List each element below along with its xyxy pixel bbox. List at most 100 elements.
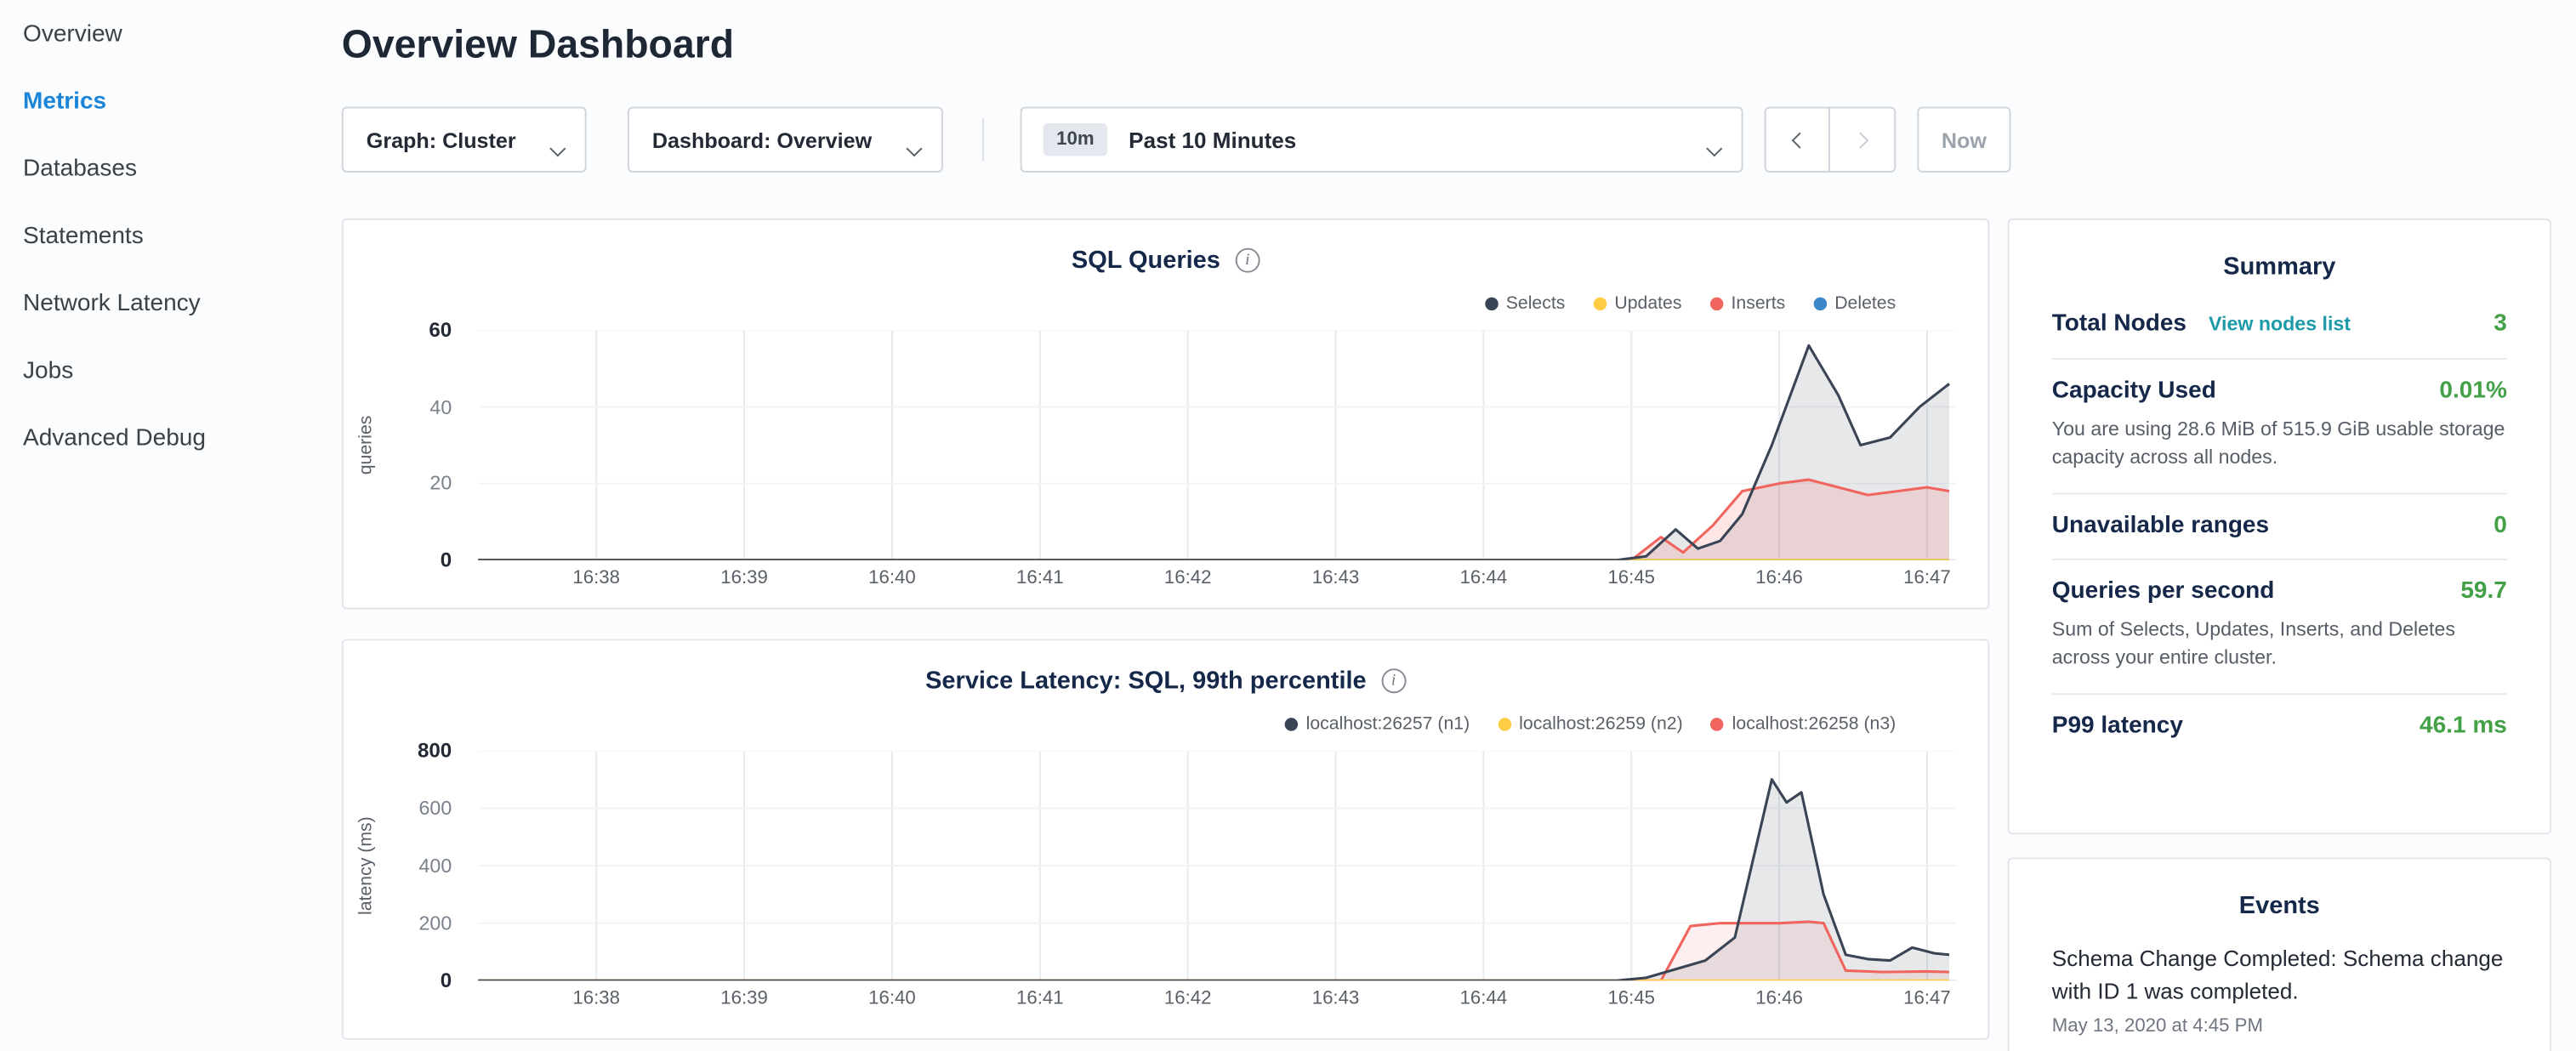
legend-dot-icon xyxy=(1593,298,1606,310)
chart-title: SQL Queries xyxy=(1072,247,1220,275)
graph-scope-dropdown[interactable]: Graph: Cluster xyxy=(342,107,587,173)
y-axis-tick: 0 xyxy=(386,547,452,573)
y-axis-label: queries xyxy=(356,330,383,560)
chart-panel-service-latency: Service Latency: SQL, 99th percentile i … xyxy=(342,639,1990,1039)
time-prev-button[interactable] xyxy=(1765,107,1830,173)
event-timestamp: May 13, 2020 at 4:45 PM xyxy=(2052,1017,2507,1037)
stat-label: Total Nodes xyxy=(2052,310,2186,337)
info-icon[interactable]: i xyxy=(1235,248,1260,273)
stat-description: Sum of Selects, Updates, Inserts, and De… xyxy=(2052,616,2507,673)
time-range-dropdown[interactable]: 10m Past 10 Minutes xyxy=(1021,107,1743,173)
events-title: Events xyxy=(2010,859,2550,929)
legend-item: Inserts xyxy=(1709,294,1785,314)
legend-dot-icon xyxy=(1285,718,1298,730)
legend-label: localhost:26259 (n2) xyxy=(1519,714,1683,734)
graph-scope-label: Graph: Cluster xyxy=(367,128,516,152)
stat-value: 3 xyxy=(2494,310,2507,337)
legend-dot-icon xyxy=(1709,298,1722,310)
event-text: Schema Change Completed: Schema change w… xyxy=(2052,943,2507,1008)
chart-legend: localhost:26257 (n1) localhost:26259 (n2)… xyxy=(1285,714,1896,734)
y-axis-tick: 600 xyxy=(386,795,452,821)
events-panel: Events Schema Change Completed: Schema c… xyxy=(2008,857,2551,1051)
legend-item: localhost:26259 (n2) xyxy=(1498,714,1683,734)
view-nodes-list-link[interactable]: View nodes list xyxy=(2209,312,2351,335)
summary-title: Summary xyxy=(2010,220,2550,291)
legend-label: Inserts xyxy=(1731,294,1785,314)
y-axis-tick: 800 xyxy=(386,737,452,764)
sidebar-nav: OverviewMetricsDatabasesStatementsNetwor… xyxy=(0,0,312,473)
y-axis-tick: 200 xyxy=(386,910,452,936)
toolbar-divider xyxy=(982,118,984,161)
x-axis-tick: 16:41 xyxy=(1016,568,1064,588)
x-axis-tick: 16:46 xyxy=(1755,568,1803,588)
x-axis-tick: 16:43 xyxy=(1312,568,1360,588)
x-axis-tick: 16:47 xyxy=(1903,568,1951,588)
chart-legend: Selects Updates Inserts Deletes xyxy=(1485,294,1896,314)
legend-item: Selects xyxy=(1485,294,1566,314)
legend-item: localhost:26258 (n3) xyxy=(1711,714,1896,734)
sidebar-item-overview[interactable]: Overview xyxy=(0,2,312,69)
time-next-button[interactable] xyxy=(1828,107,1896,173)
time-now-button[interactable]: Now xyxy=(1917,107,2010,173)
chart-title: Service Latency: SQL, 99th percentile xyxy=(925,667,1367,695)
x-axis-tick: 16:42 xyxy=(1164,989,1212,1008)
chevron-down-icon xyxy=(1706,140,1722,156)
time-range-label: Past 10 Minutes xyxy=(1129,128,1296,152)
sidebar-item-network-latency[interactable]: Network Latency xyxy=(0,271,312,338)
y-axis-tick: 20 xyxy=(386,470,452,497)
dashboard-label: Dashboard: Overview xyxy=(652,128,872,152)
summary-stat-queries-per-second: Queries per second 59.7 Sum of Selects, … xyxy=(2052,560,2507,694)
legend-dot-icon xyxy=(1485,298,1498,310)
page-title: Overview Dashboard xyxy=(342,23,734,69)
y-axis-tick: 60 xyxy=(386,317,452,344)
x-axis-tick: 16:41 xyxy=(1016,989,1064,1008)
x-axis-tick: 16:44 xyxy=(1460,568,1508,588)
chart-panel-sql-queries: SQL Queries i Selects Updates Inserts Delet… xyxy=(342,219,1990,610)
legend-label: Deletes xyxy=(1834,294,1896,314)
x-axis-tick: 16:46 xyxy=(1755,989,1803,1008)
chevron-right-icon xyxy=(1851,132,1868,148)
sidebar-item-statements[interactable]: Statements xyxy=(0,204,312,271)
chevron-down-icon xyxy=(549,140,566,156)
summary-stat-unavailable-ranges: Unavailable ranges 0 xyxy=(2052,494,2507,560)
summary-stat-total-nodes: Total Nodes View nodes list 3 xyxy=(2052,291,2507,360)
legend-dot-icon xyxy=(1711,718,1724,730)
x-axis: 16:3816:3916:4016:4116:4216:4316:4416:45… xyxy=(478,989,1957,1015)
y-axis-tick: 400 xyxy=(386,853,452,879)
legend-label: Updates xyxy=(1614,294,1681,314)
x-axis-tick: 16:42 xyxy=(1164,568,1212,588)
chart-plot xyxy=(478,751,1957,980)
x-axis-tick: 16:47 xyxy=(1903,989,1951,1008)
y-axis: 60 40 20 0 xyxy=(386,317,452,573)
sidebar-item-jobs[interactable]: Jobs xyxy=(0,338,312,406)
summary-stat-p99-latency: P99 latency 46.1 ms xyxy=(2052,694,2507,758)
x-axis-tick: 16:45 xyxy=(1607,568,1655,588)
y-axis: 8006004002000 xyxy=(386,737,452,993)
chevron-down-icon xyxy=(906,140,922,156)
sidebar-item-databases[interactable]: Databases xyxy=(0,136,312,203)
x-axis-tick: 16:38 xyxy=(572,989,620,1008)
stat-label: P99 latency xyxy=(2052,713,2183,739)
stat-value: 0.01% xyxy=(2439,378,2506,404)
legend-label: Selects xyxy=(1506,294,1566,314)
y-axis-label: latency (ms) xyxy=(356,751,383,980)
x-axis-tick: 16:40 xyxy=(868,568,916,588)
y-axis-tick: 40 xyxy=(386,394,452,420)
dashboard-dropdown[interactable]: Dashboard: Overview xyxy=(628,107,943,173)
stat-value: 46.1 ms xyxy=(2420,713,2507,739)
x-axis-tick: 16:39 xyxy=(720,989,768,1008)
legend-label: localhost:26257 (n1) xyxy=(1306,714,1470,734)
x-axis: 16:3816:3916:4016:4116:4216:4316:4416:45… xyxy=(478,568,1957,594)
app-window: OverviewMetricsDatabasesStatementsNetwor… xyxy=(0,0,2576,1051)
info-icon[interactable]: i xyxy=(1381,668,1406,693)
x-axis-tick: 16:44 xyxy=(1460,989,1508,1008)
legend-item: localhost:26257 (n1) xyxy=(1285,714,1470,734)
legend-item: Updates xyxy=(1593,294,1681,314)
summary-panel: Summary Total Nodes View nodes list 3 Ca… xyxy=(2008,219,2551,834)
x-axis-tick: 16:39 xyxy=(720,568,768,588)
summary-stat-capacity-used: Capacity Used 0.01% You are using 28.6 M… xyxy=(2052,360,2507,494)
time-range-badge: 10m xyxy=(1043,123,1107,156)
x-axis-tick: 16:40 xyxy=(868,989,916,1008)
sidebar-item-metrics[interactable]: Metrics xyxy=(0,69,312,136)
sidebar-item-advanced-debug[interactable]: Advanced Debug xyxy=(0,406,312,473)
